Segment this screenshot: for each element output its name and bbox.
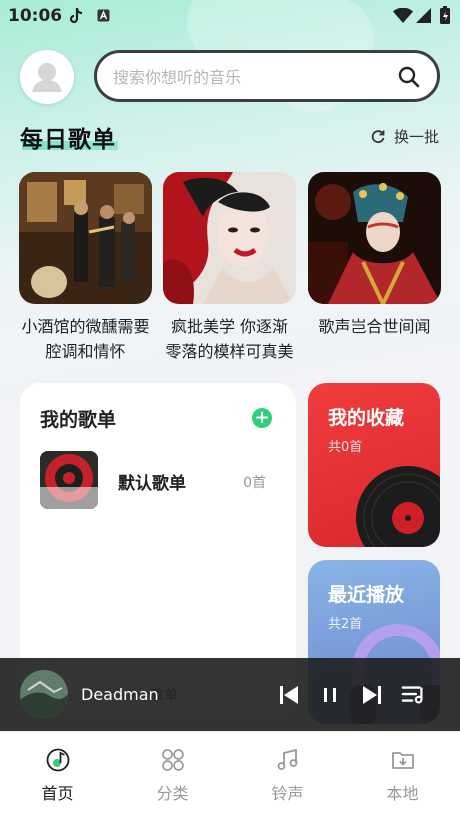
nav-local[interactable]: 本地 [345,732,460,817]
status-time: 10:06 [8,6,63,26]
favorites-count: 共0首 [328,440,363,455]
refresh-label: 换一批 [394,128,440,146]
recent-count: 共2首 [328,617,363,632]
playlist-title: 疯批美学 你逐渐零落的模样可真美 [165,317,294,361]
nav-ringtone[interactable]: 铃声 [230,732,345,817]
search-icon[interactable] [397,65,421,89]
nav-label: 首页 [41,784,74,803]
previous-icon[interactable] [276,682,302,708]
playlist-cover [308,172,441,304]
wifi-icon [393,8,413,23]
download-folder-icon [392,752,414,769]
playlist-title: 小酒馆的微醺需要腔调和情怀 [21,317,150,361]
nav-home[interactable]: 首页 [0,732,115,817]
keyboard-a-icon [97,9,110,22]
playlist-count: 0首 [243,475,266,491]
playlist-row[interactable]: 默认歌单 0首 [40,451,276,509]
daily-card[interactable]: 疯批美学 你逐渐零落的模样可真美 [163,172,296,364]
music-note-icon [46,748,70,772]
grid-icon [162,749,184,771]
pause-icon[interactable] [317,682,343,708]
recent-title: 最近播放 [328,584,405,606]
playlist-cover [19,172,152,304]
playlist-cover [163,172,296,304]
nav-label: 铃声 [271,784,304,803]
add-playlist-button[interactable]: + [252,408,272,428]
bottom-navigation: 首页 分类 铃声 本地 [0,731,460,817]
refresh-button[interactable]: 换一批 [370,126,439,147]
favorites-card[interactable]: 我的收藏 共0首 [308,383,440,547]
daily-title: 每日歌单 [20,127,116,153]
refresh-icon [371,129,385,143]
status-bar: 10:06 [0,0,460,34]
playlist-title: 歌声岂合世间闻 [318,317,431,336]
now-playing-cover[interactable] [20,670,68,718]
now-playing-title: Deadman [81,685,159,704]
my-playlists-title: 我的歌单 [40,409,117,431]
user-icon [32,63,62,92]
favorites-title: 我的收藏 [328,407,405,429]
playlist-queue-icon[interactable] [401,682,427,708]
vinyl-record-icon [356,466,440,547]
daily-card[interactable]: 小酒馆的微醺需要腔调和情怀 [19,172,152,364]
playlist-name: 默认歌单 [118,474,186,494]
tiktok-icon [69,7,83,24]
battery-charging-icon [440,6,450,24]
user-avatar[interactable] [20,50,74,104]
vinyl-cover-icon [40,451,98,509]
nav-label: 分类 [156,784,189,803]
music-notes-icon [277,748,298,770]
next-icon[interactable] [359,682,385,708]
search-bar[interactable] [94,50,440,102]
nav-category[interactable]: 分类 [115,732,230,817]
mini-player[interactable]: Deadman [0,658,460,731]
signal-icon [416,8,431,23]
search-input[interactable] [113,65,383,89]
daily-card[interactable]: 歌声岂合世间闻 [308,172,441,339]
nav-label: 本地 [386,784,419,803]
